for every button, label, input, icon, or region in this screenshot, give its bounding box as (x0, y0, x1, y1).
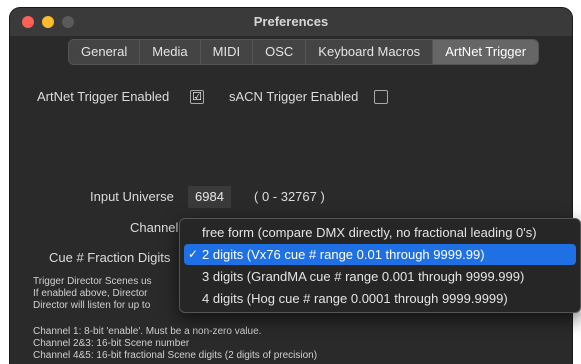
cue-fraction-label: Cue # Fraction Digits (49, 250, 171, 265)
menu-item-label: free form (compare DMX directly, no frac… (202, 225, 537, 240)
menu-item-4-digits[interactable]: 4 digits (Hog cue # range 0.0001 through… (184, 288, 576, 309)
artnet-enabled-checkbox[interactable]: ☑ (190, 90, 204, 104)
sacn-enabled-label: sACN Trigger Enabled (229, 89, 359, 104)
tab-media[interactable]: Media (140, 40, 201, 64)
help-line-1: Trigger Director Scenes us (33, 276, 152, 287)
help-line-5: Channel 2&3: 16-bit Scene number (33, 338, 190, 349)
tab-general[interactable]: General (69, 40, 141, 64)
help-line-3: Director will listen for up to (33, 300, 151, 311)
tab-midi[interactable]: MIDI (201, 40, 254, 64)
help-line-4: Channel 1: 8-bit 'enable'. Must be a non… (33, 326, 262, 337)
window-title: Preferences (253, 14, 329, 29)
checkmark-icon: ✓ (188, 247, 199, 261)
channel-label: Channel (130, 220, 179, 235)
tab-osc[interactable]: OSC (253, 40, 307, 64)
menu-item-label: 4 digits (Hog cue # range 0.0001 through… (202, 291, 508, 306)
artnet-enabled-label: ArtNet Trigger Enabled (37, 89, 170, 104)
tab-keyboard-macros[interactable]: Keyboard Macros (306, 40, 434, 64)
menu-item-label: 2 digits (Vx76 cue # range 0.01 through … (202, 247, 485, 262)
menu-item-3-digits[interactable]: 3 digits (GrandMA cue # range 0.001 thro… (184, 266, 576, 287)
help-line-2: If enabled above, Director (33, 288, 148, 299)
input-universe-field[interactable]: 6984 (188, 186, 231, 208)
title-bar: Preferences (10, 8, 572, 36)
cue-fraction-dropdown-menu: free form (compare DMX directly, no frac… (179, 218, 581, 313)
tab-artnet-trigger[interactable]: ArtNet Trigger (433, 40, 539, 64)
input-universe-label: Input Universe (90, 189, 174, 204)
menu-item-free-form[interactable]: free form (compare DMX directly, no frac… (184, 222, 576, 243)
input-universe-range: ( 0 - 32767 ) (254, 189, 325, 204)
artnet-trigger-panel: ArtNet Trigger Enabled ☑ sACN Trigger En… (10, 68, 572, 364)
menu-item-label: 3 digits (GrandMA cue # range 0.001 thro… (202, 269, 525, 284)
preferences-tabs: General Media MIDI OSC Keyboard Macros A… (68, 39, 540, 65)
sacn-enabled-checkbox[interactable] (374, 90, 388, 104)
menu-item-2-digits[interactable]: ✓ 2 digits (Vx76 cue # range 0.01 throug… (184, 244, 576, 265)
help-line-6: Channel 4&5: 16-bit fractional Scene dig… (33, 350, 318, 361)
